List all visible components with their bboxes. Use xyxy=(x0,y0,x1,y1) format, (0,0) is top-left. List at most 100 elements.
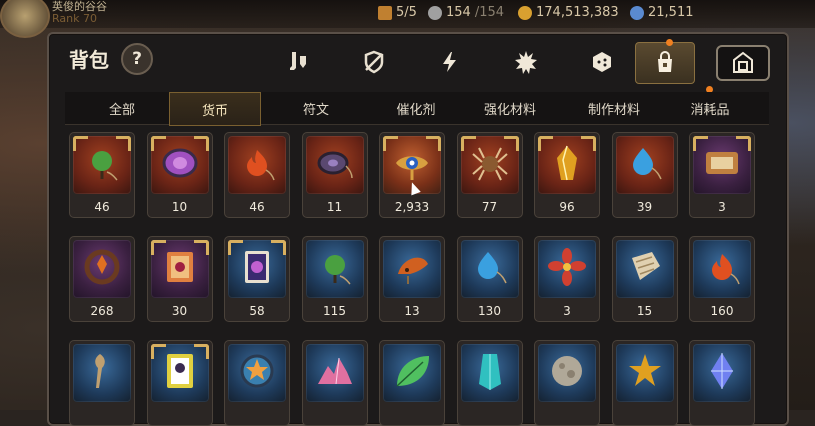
blue-drop-pendant-icon xyxy=(477,252,507,284)
crystal-value: 21,511 xyxy=(648,5,694,20)
help-button[interactable]: ? xyxy=(121,43,153,75)
red-flower-icon xyxy=(548,248,586,286)
inventory-slot[interactable]: 3 xyxy=(689,132,755,218)
subtab-craft-materials[interactable]: 制作材料 xyxy=(569,92,659,124)
top-status-bar: 英俊的谷谷 Rank 70 5/5 154/154 174,513,383 21… xyxy=(0,0,815,38)
inventory-slot[interactable] xyxy=(146,340,213,426)
inventory-slot[interactable]: 96 xyxy=(534,132,600,218)
wings-counter: 154/154 xyxy=(428,5,504,20)
gold-counter: 174,513,383 xyxy=(518,5,619,20)
cyan-gem-icon xyxy=(478,354,501,390)
inventory-slot[interactable]: 30 xyxy=(146,236,213,322)
inventory-slot[interactable]: 268 xyxy=(69,236,135,322)
house-icon xyxy=(733,51,753,73)
spider-icon xyxy=(471,147,508,181)
subtab-all[interactable]: 全部 xyxy=(77,92,167,124)
inventory-slot[interactable] xyxy=(224,340,290,426)
item-count: 15 xyxy=(636,304,653,318)
item-count: 46 xyxy=(94,200,110,214)
stamina-value: 5/5 xyxy=(396,5,417,20)
item-count: 11 xyxy=(326,200,343,214)
tab-storage[interactable] xyxy=(716,45,770,81)
bag-icon xyxy=(658,51,672,72)
item-count: 77 xyxy=(481,200,498,214)
inventory-slot[interactable]: 10 xyxy=(146,132,213,218)
card-icon xyxy=(245,251,269,283)
item-count: 46 xyxy=(249,200,265,214)
item-count: 30 xyxy=(171,304,188,318)
item-count: 96 xyxy=(559,200,575,214)
item-count: 2,933 xyxy=(394,200,430,214)
ticket-icon xyxy=(706,152,738,174)
inventory-panel: 背包 ? 全部 货币 符文 催化剂 强化材料 制作材料 消耗品 46 10 46 11… xyxy=(47,32,789,426)
purple-coin-icon xyxy=(162,148,197,178)
item-count: 3 xyxy=(563,304,571,318)
inventory-slot[interactable]: 13 xyxy=(379,236,445,322)
tab-spirit[interactable] xyxy=(497,42,555,82)
wings-icon xyxy=(428,5,442,20)
inventory-slot[interactable] xyxy=(534,340,600,426)
gold-icon xyxy=(518,5,532,20)
green-leaf-icon xyxy=(396,356,429,387)
subtab-enhance-materials[interactable]: 强化材料 xyxy=(465,92,555,124)
inventory-slot[interactable]: 15 xyxy=(611,236,678,322)
subtab-runes[interactable]: 符文 xyxy=(271,92,361,124)
green-leaf-pendant-icon xyxy=(324,255,351,285)
inventory-slot[interactable]: 2,933 xyxy=(379,132,445,218)
item-count: 115 xyxy=(323,304,346,318)
gold-value: 174,513,383 xyxy=(536,5,619,20)
item-count: 130 xyxy=(478,304,501,318)
inventory-slot[interactable] xyxy=(69,340,135,426)
inventory-slot[interactable]: 77 xyxy=(456,132,523,218)
crystal-icon xyxy=(630,5,644,20)
scroll-icon xyxy=(631,252,660,280)
page-title: 背包 xyxy=(69,48,109,72)
inventory-slot[interactable] xyxy=(301,340,368,426)
star-coin-icon xyxy=(240,354,274,388)
eye-emblem-icon xyxy=(396,156,428,180)
subtab-catalysts[interactable]: 催化剂 xyxy=(371,92,461,124)
tarot-card-icon xyxy=(166,354,193,388)
item-count: 160 xyxy=(710,304,734,318)
tab-dice[interactable] xyxy=(573,42,631,82)
tab-skill[interactable] xyxy=(421,42,479,82)
item-count: 13 xyxy=(404,304,420,318)
stamina-counter: 5/5 xyxy=(378,5,417,20)
pink-crystal-icon xyxy=(317,357,352,385)
tab-bag[interactable] xyxy=(635,42,695,84)
inventory-slot[interactable]: 39 xyxy=(611,132,678,218)
green-leaf-pendant-icon xyxy=(92,151,118,181)
inventory-slot[interactable]: 115 xyxy=(301,236,368,322)
orange-ring-icon xyxy=(84,249,120,285)
inventory-slot[interactable]: 58 xyxy=(224,236,290,322)
dice-icon xyxy=(593,52,611,72)
ticket-stack-icon xyxy=(166,252,193,282)
item-count: 39 xyxy=(636,200,653,214)
item-count: 58 xyxy=(249,304,265,318)
inventory-slot[interactable] xyxy=(379,340,445,426)
fire-shell-icon xyxy=(398,257,428,284)
inventory-slot[interactable] xyxy=(456,340,523,426)
stamina-icon xyxy=(378,5,392,20)
subtab-consumables[interactable]: 消耗品 xyxy=(665,92,755,124)
inventory-slot[interactable] xyxy=(689,340,755,426)
item-count: 3 xyxy=(718,200,726,214)
tab-shield[interactable] xyxy=(345,42,403,82)
gold-star-icon xyxy=(628,354,661,386)
crystal-counter: 21,511 xyxy=(630,5,694,20)
inventory-slot[interactable]: 46 xyxy=(69,132,135,218)
inventory-slot[interactable]: 3 xyxy=(534,236,600,322)
blue-crystal-icon xyxy=(711,353,733,389)
blue-drop-pendant-icon xyxy=(632,148,662,180)
stone-orb-icon xyxy=(552,356,582,386)
shield-slash-icon xyxy=(364,50,384,74)
tab-equipment[interactable] xyxy=(269,42,327,82)
fire-pendant-icon xyxy=(712,254,740,285)
inventory-slot[interactable]: 130 xyxy=(456,236,523,322)
inventory-slot[interactable]: 11 xyxy=(301,132,368,218)
inventory-slot[interactable]: 160 xyxy=(689,236,755,322)
subtab-currency[interactable]: 货币 xyxy=(169,92,261,126)
inventory-slot[interactable]: 46 xyxy=(224,132,290,218)
inventory-slot[interactable] xyxy=(611,340,678,426)
item-count: 268 xyxy=(90,304,114,318)
